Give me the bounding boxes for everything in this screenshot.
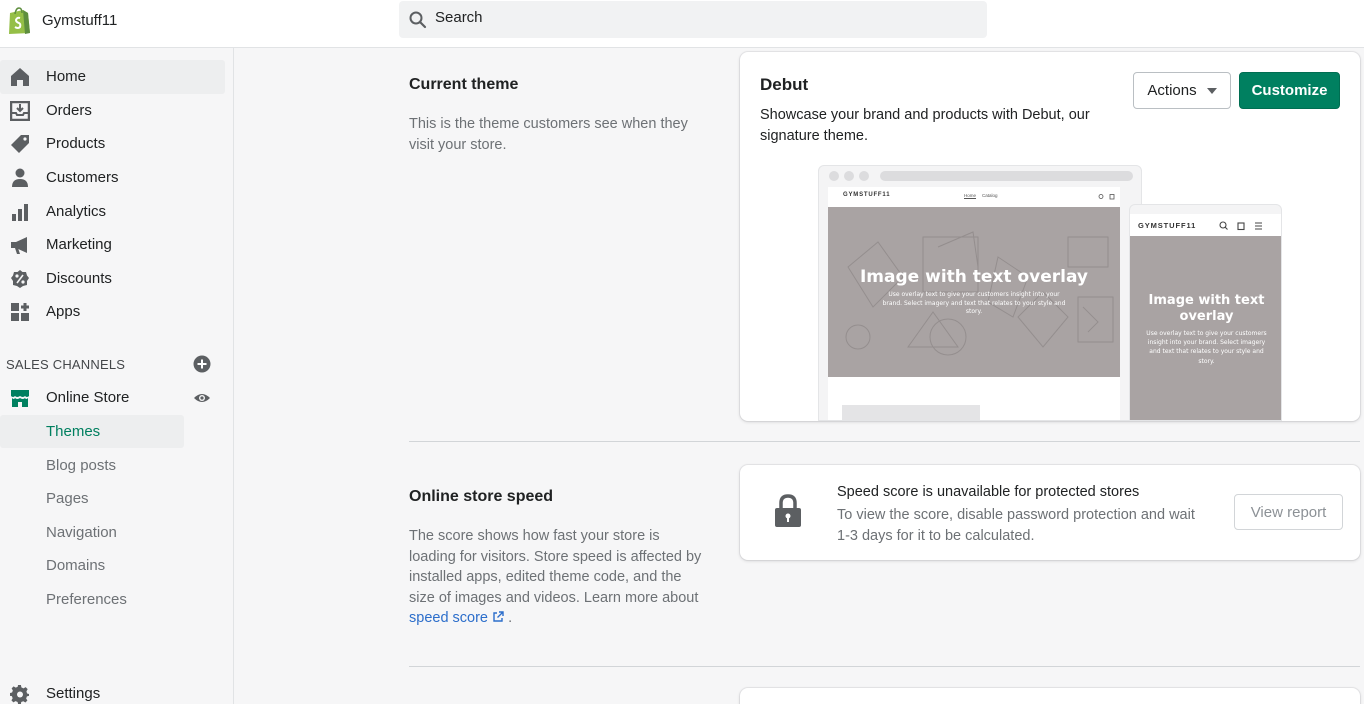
browser-dots-icon [829, 171, 1133, 181]
current-theme-description: This is the theme customers see when the… [409, 116, 688, 153]
sub-item-label: Preferences [46, 591, 127, 608]
nav-item-label: Products [46, 135, 106, 152]
preview-nav-catalog: Catalog [982, 193, 998, 198]
actions-label: Actions [1147, 82, 1197, 99]
nav-item-label: Discounts [46, 270, 112, 287]
megaphone-icon [11, 237, 27, 254]
sub-item-label: Blog posts [46, 457, 117, 474]
nav-item-customers[interactable]: Customers [0, 161, 225, 195]
mobile-preview-header: GYMSTUFF11 [1130, 214, 1281, 236]
nav-item-label: Customers [46, 169, 119, 186]
nav-item-discounts[interactable]: Discounts [0, 262, 225, 296]
sub-item-blog-posts[interactable]: Blog posts [0, 449, 184, 482]
search-icon [409, 11, 427, 29]
sub-item-navigation[interactable]: Navigation [0, 516, 184, 549]
section-divider [409, 666, 1360, 667]
nav-item-label: Online Store [46, 389, 130, 406]
shopify-logo-icon[interactable] [6, 6, 32, 36]
orders-icon [10, 101, 30, 121]
discount-icon [11, 270, 29, 288]
sub-item-label: Pages [46, 490, 89, 507]
eye-icon[interactable] [193, 389, 211, 407]
speed-description: The score shows how fast your store is l… [409, 526, 704, 629]
nav-item-label: Orders [46, 102, 92, 119]
preview-header: GYMSTUFF11 Home Catalog [828, 187, 1120, 207]
bar-chart-icon [12, 204, 28, 221]
sub-item-label: Themes [46, 423, 101, 440]
overlay-text: Use overlay text to give your customers … [882, 291, 1066, 315]
speed-score-link-label: speed score [409, 610, 488, 626]
mobile-overlay-text: Use overlay text to give your customers … [1146, 330, 1267, 365]
nav-item-label: Home [46, 68, 87, 85]
sidebar: Home Orders Products Customers Analytics [0, 48, 234, 704]
mobile-overlay-image: Image with text overlay Use overlay text… [1130, 236, 1281, 420]
nav-item-online-store[interactable]: Online Store [0, 381, 225, 415]
sub-item-preferences[interactable]: Preferences [0, 583, 184, 616]
actions-dropdown-button[interactable]: Actions [1133, 72, 1231, 109]
sub-item-label: Domains [46, 557, 106, 574]
speed-card-title: Speed score is unavailable for protected… [837, 484, 1140, 500]
overlay-title: Image with text overlay [859, 267, 1088, 287]
tag-icon [11, 135, 29, 153]
speed-score-card: Speed score is unavailable for protected… [740, 465, 1360, 560]
customize-button[interactable]: Customize [1239, 72, 1340, 109]
preview-store-label: GYMSTUFF11 [843, 192, 891, 198]
desktop-theme-preview[interactable]: GYMSTUFF11 Home Catalog Image with text … [818, 165, 1142, 421]
lock-icon [775, 494, 801, 527]
nav-item-settings[interactable]: Settings [0, 677, 225, 704]
nav-item-analytics[interactable]: Analytics [0, 195, 225, 229]
mobile-header-icons [1219, 221, 1262, 231]
mobile-overlay-title: Image with text overlay [1148, 293, 1265, 324]
sub-item-domains[interactable]: Domains [0, 549, 184, 582]
speed-card-text: To view the score, disable password prot… [837, 507, 1195, 544]
nav-item-label: Analytics [46, 203, 107, 220]
apps-icon [11, 303, 29, 321]
mobile-store-label: GYMSTUFF11 [1138, 221, 1197, 230]
home-icon [11, 68, 29, 86]
search-bar[interactable] [399, 1, 987, 38]
top-bar: Gymstuff11 [0, 0, 1364, 48]
preview-placeholder-block [842, 405, 980, 420]
theme-description: Showcase your brand and products with De… [760, 107, 1090, 144]
sub-item-label: Navigation [46, 524, 117, 541]
gear-icon [10, 684, 29, 704]
section-divider [409, 441, 1360, 442]
sales-channels-heading: SALES CHANNELS [6, 357, 126, 372]
external-link-icon [493, 611, 504, 622]
view-report-button[interactable]: View report [1234, 494, 1343, 530]
nav-item-orders[interactable]: Orders [0, 94, 225, 128]
preview-nav-home: Home [964, 193, 977, 198]
nav-item-label: Marketing [46, 236, 112, 253]
store-name[interactable]: Gymstuff11 [42, 12, 117, 29]
current-theme-title: Current theme [409, 76, 519, 93]
nav-item-marketing[interactable]: Marketing [0, 228, 225, 262]
theme-name: Debut [760, 75, 809, 94]
speed-description-text: The score shows how fast your store is l… [409, 528, 702, 606]
nav-item-home[interactable]: Home [0, 60, 225, 94]
sub-item-themes[interactable]: Themes [0, 415, 184, 448]
add-sales-channel-icon[interactable] [193, 355, 211, 373]
nav-item-label: Apps [46, 303, 81, 320]
sub-item-pages[interactable]: Pages [0, 482, 184, 515]
next-section-card [740, 688, 1360, 704]
search-input[interactable] [435, 9, 955, 26]
speed-score-link[interactable]: speed score [409, 610, 504, 626]
person-icon [12, 168, 28, 187]
mobile-theme-preview[interactable]: GYMSTUFF11 Image with text overlay Use o… [1129, 204, 1282, 421]
nav-item-apps[interactable]: Apps [0, 295, 225, 329]
preview-below-fold [828, 377, 1120, 420]
preview-header-icons [1098, 194, 1115, 200]
overlay-image: Image with text overlay Use overlay text… [828, 207, 1120, 377]
speed-section-title: Online store speed [409, 488, 554, 505]
nav-item-products[interactable]: Products [0, 127, 225, 161]
speed-description-suffix: . [508, 610, 513, 626]
caret-down-icon [1206, 87, 1217, 94]
store-icon [11, 390, 29, 407]
nav-item-label: Settings [46, 685, 101, 702]
